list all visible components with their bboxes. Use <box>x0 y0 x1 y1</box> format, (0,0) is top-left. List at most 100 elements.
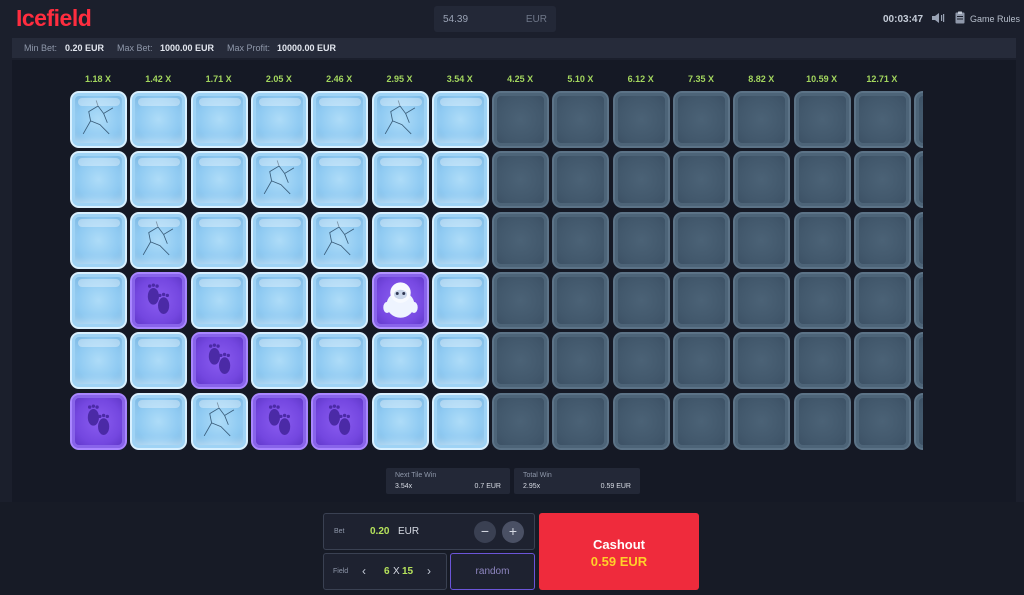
ice-tile[interactable] <box>70 271 127 329</box>
min-bet-value: 0.20 EUR <box>65 43 105 53</box>
ice-tile[interactable] <box>70 332 127 390</box>
locked-tile <box>853 211 911 269</box>
field-size-control: Field ‹ 6 X 15 › <box>323 553 447 590</box>
ice-tile[interactable] <box>311 271 369 329</box>
ice-tile[interactable] <box>130 151 188 209</box>
locked-tile <box>612 151 670 209</box>
ice-tile[interactable] <box>130 91 188 148</box>
locked-tile <box>853 271 911 329</box>
cracked-ice-tile[interactable] <box>250 151 308 209</box>
balance-display: 54.39 EUR <box>434 6 556 32</box>
locked-tile <box>914 271 923 329</box>
cashout-button[interactable]: Cashout 0.59 EUR <box>539 513 699 590</box>
ice-tile[interactable] <box>250 332 308 390</box>
ice-tile[interactable] <box>130 392 188 450</box>
max-bet-value: 1000.00 EUR <box>160 43 215 53</box>
ice-tile[interactable] <box>431 151 489 209</box>
locked-tile <box>733 91 791 148</box>
ice-tile[interactable] <box>431 332 489 390</box>
game-rules-link[interactable]: Game Rules <box>970 14 1020 24</box>
decrease-bet-button[interactable]: − <box>474 521 496 543</box>
next-tile-win-label: Next Tile Win <box>395 472 437 479</box>
locked-tile <box>492 392 550 450</box>
ice-tile[interactable] <box>431 91 489 148</box>
field-label: Field <box>333 568 349 575</box>
ice-tile[interactable] <box>431 271 489 329</box>
top-bar: Icefield 54.39 EUR 00:03:47 Game Rules <box>0 0 1024 38</box>
footprints-tile[interactable] <box>130 271 188 329</box>
locked-tile <box>733 392 791 450</box>
increase-bet-button[interactable]: + <box>502 521 524 543</box>
max-profit-value: 10000.00 EUR <box>277 43 337 53</box>
next-tile-win-multiplier: 3.54x <box>395 483 413 490</box>
locked-tile <box>914 151 923 209</box>
locked-tile <box>733 332 791 390</box>
ice-tile[interactable] <box>70 211 127 269</box>
footprints-tile[interactable] <box>311 392 369 450</box>
bet-label: Bet <box>334 528 345 535</box>
locked-tile <box>612 271 670 329</box>
ice-tile[interactable] <box>130 332 188 390</box>
ice-tile[interactable] <box>250 211 308 269</box>
ice-tile[interactable] <box>190 151 248 209</box>
ice-tile[interactable] <box>190 271 248 329</box>
ice-tile[interactable] <box>371 151 429 209</box>
yeti-tile[interactable] <box>371 271 429 329</box>
bet-amount[interactable]: 0.20 <box>370 526 389 537</box>
cracked-ice-tile[interactable] <box>70 91 127 148</box>
footprints-tile[interactable] <box>70 392 127 450</box>
cracked-ice-tile[interactable] <box>311 211 369 269</box>
total-win-multiplier: 2.95x <box>523 483 541 490</box>
next-tile-win-panel: Next Tile Win 3.54x 0.7 EUR <box>386 468 510 494</box>
locked-tile <box>492 91 550 148</box>
locked-tile <box>853 392 911 450</box>
ice-tile[interactable] <box>371 332 429 390</box>
locked-tile <box>673 151 730 209</box>
ice-tile[interactable] <box>371 392 429 450</box>
field-next-button[interactable]: › <box>427 564 431 578</box>
ice-tile[interactable] <box>371 211 429 269</box>
ice-tile[interactable] <box>250 271 308 329</box>
locked-tile <box>733 211 791 269</box>
field-prev-button[interactable]: ‹ <box>362 564 366 578</box>
ice-tile[interactable] <box>190 211 248 269</box>
locked-tile <box>492 271 550 329</box>
locked-tile <box>793 392 851 450</box>
locked-tile <box>733 271 791 329</box>
locked-tile <box>612 91 670 148</box>
bet-limits-bar: Min Bet: 0.20 EUR Max Bet: 1000.00 EUR M… <box>12 38 1016 58</box>
cracked-ice-tile[interactable] <box>371 91 429 148</box>
balance-amount: 54.39 <box>443 14 469 25</box>
locked-tile <box>853 151 911 209</box>
ice-tile[interactable] <box>190 91 248 148</box>
footprints-tile[interactable] <box>250 392 308 450</box>
ice-tile[interactable] <box>311 91 369 148</box>
ice-tile[interactable] <box>70 151 127 209</box>
speaker-icon[interactable] <box>931 12 945 24</box>
locked-tile <box>552 332 610 390</box>
ice-tile[interactable] <box>311 332 369 390</box>
locked-tile <box>673 91 730 148</box>
ice-tile[interactable] <box>431 211 489 269</box>
locked-tile <box>914 211 923 269</box>
field-cols: 15 <box>402 566 414 577</box>
cracked-ice-tile[interactable] <box>190 392 248 450</box>
bet-currency: EUR <box>398 526 420 537</box>
ice-tile[interactable] <box>311 151 369 209</box>
clipboard-icon[interactable] <box>955 11 965 24</box>
locked-tile <box>552 91 610 148</box>
ice-tile[interactable] <box>250 91 308 148</box>
random-button[interactable]: random <box>450 553 535 590</box>
footprints-tile[interactable] <box>190 332 248 390</box>
cashout-amount-line: 0.59 EUR <box>539 554 699 569</box>
total-win-panel: Total Win 2.95x 0.59 EUR <box>514 468 640 494</box>
locked-tile <box>853 91 911 148</box>
cracked-ice-tile[interactable] <box>130 211 188 269</box>
next-tile-win-amount: 0.7 EUR <box>474 483 501 490</box>
ice-tile[interactable] <box>431 392 489 450</box>
locked-tile <box>552 151 610 209</box>
locked-tile <box>612 392 670 450</box>
game-logo: Icefield <box>16 5 92 31</box>
locked-tile <box>914 332 923 390</box>
tile-grid <box>12 60 923 502</box>
